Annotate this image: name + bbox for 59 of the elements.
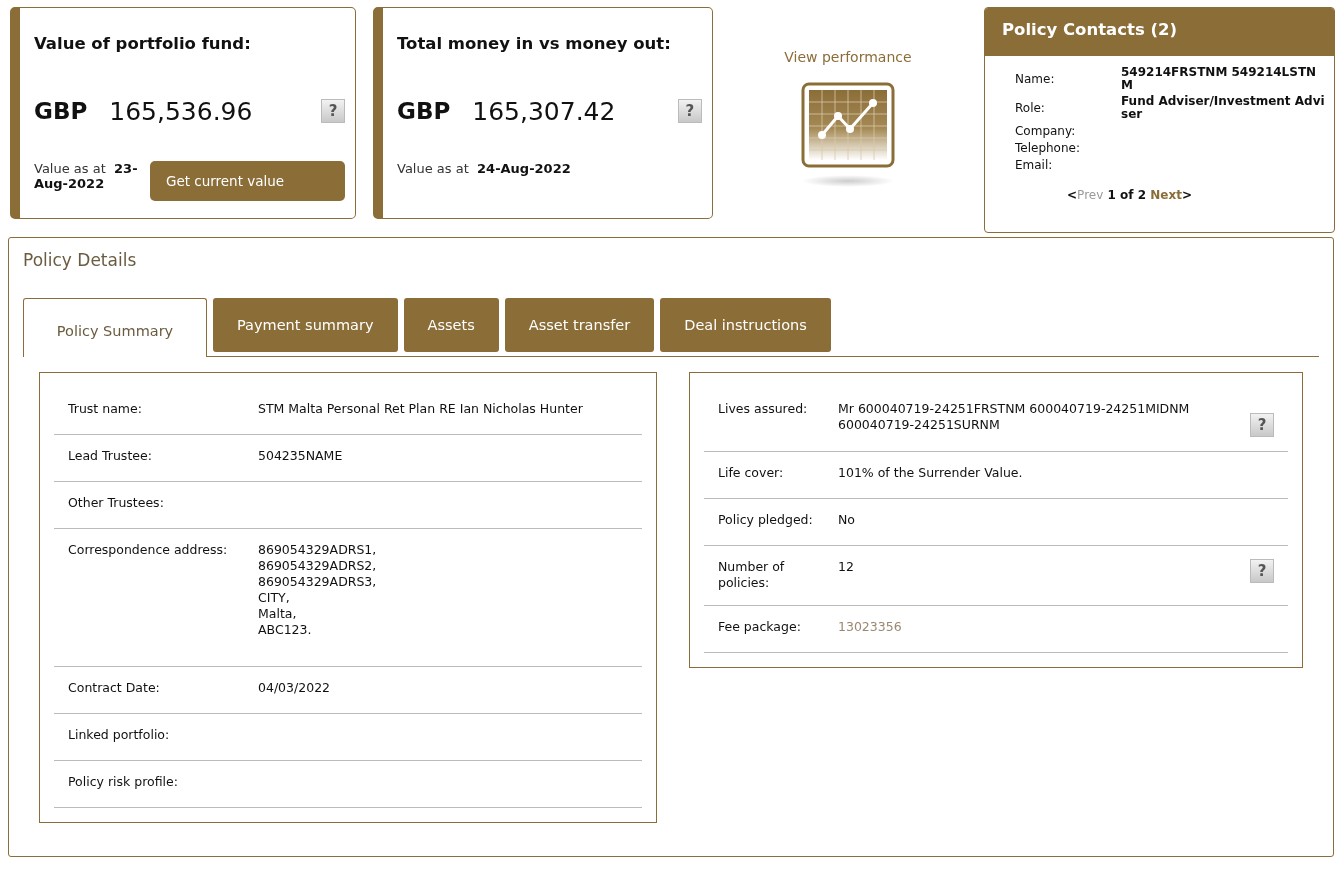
field-label: Role: [1015, 101, 1046, 115]
row-label: Contract Date: [68, 680, 161, 697]
prev-arrow: < [1067, 188, 1078, 202]
page-position: 1 of 2 [1107, 188, 1146, 202]
row-value: 869054329ADRS3, [258, 574, 378, 590]
value-date: Value as at 23-Aug-2022 [34, 161, 139, 191]
row-value: Mr 600040719-24251FRSTNM 600040719-24251MIDNM 600040719-24251SURNM [838, 401, 1191, 434]
row-label: Policy pledged: [718, 512, 814, 529]
row-value: 101% of the Surrender Value. [838, 465, 1024, 482]
next-arrow: > [1181, 188, 1192, 202]
fee-package-link[interactable]: 13023356 [838, 619, 902, 634]
row-value: 04/03/2022 [258, 680, 332, 696]
tab[interactable]: Payment summary [213, 298, 398, 352]
field-label: Telephone: [1015, 141, 1081, 155]
row-value: Malta, [258, 606, 298, 622]
value-date: Value as at 24-Aug-2022 [397, 161, 571, 176]
row-value: ABC123. [258, 622, 313, 638]
line-chart-icon[interactable] [799, 81, 896, 189]
row-label: Correspondence address: [68, 542, 229, 559]
get-current-value-button[interactable]: Get current value [149, 161, 345, 201]
row-label: Linked portfolio: [68, 727, 171, 744]
help-button[interactable]: ? [677, 99, 702, 123]
row-value: 869054329ADRS1, [258, 542, 378, 558]
row-label: Lives assured: [718, 401, 809, 418]
currency: GBP [397, 98, 451, 124]
row-label: Fee package: [718, 619, 802, 636]
tab[interactable]: Deal instructions [660, 298, 831, 352]
field-value: 549214FRSTNM 549214LSTNM [1121, 66, 1318, 92]
help-button[interactable]: ? [321, 99, 345, 123]
field-label: Name: [1015, 72, 1056, 86]
next-link[interactable]: Next [1150, 188, 1182, 202]
card-title: Value of portfolio fund: [34, 34, 252, 53]
row-label: Trust name: [68, 401, 143, 418]
row-value: No [838, 512, 856, 529]
row-label: Other Trustees: [68, 495, 165, 512]
panel-header: Policy Contacts (2) [985, 8, 1334, 56]
help-button[interactable]: ? [1250, 413, 1274, 437]
row-value: CITY, [258, 590, 291, 606]
tab[interactable]: Policy Summary [23, 298, 207, 357]
currency: GBP [34, 98, 88, 124]
row-label: Life cover: [718, 465, 785, 482]
field-label: Email: [1015, 158, 1054, 172]
amount: 165,307.42 [472, 96, 617, 126]
row-label: Lead Trustee: [68, 448, 153, 465]
row-label: Number of policies: [718, 559, 786, 591]
panel-title: Policy Details [23, 250, 137, 270]
row-value: 12 [838, 559, 855, 576]
row-value: 869054329ADRS2, [258, 558, 378, 574]
field-value: Fund Adviser/Investment Adviser [1121, 95, 1326, 121]
help-button[interactable]: ? [1250, 559, 1274, 583]
field-label: Company: [1015, 124, 1077, 138]
card-title: Total money in vs money out: [397, 34, 672, 53]
row-value: 504235NAME [258, 448, 344, 464]
view-performance-link[interactable]: View performance [784, 49, 912, 65]
tab[interactable]: Asset transfer [504, 298, 655, 352]
row-label: Policy risk profile: [68, 774, 179, 791]
row-value: STM Malta Personal Ret Plan RE Ian Nicholas Hunter [258, 401, 584, 417]
tab[interactable]: Assets [403, 298, 499, 352]
amount: 165,536.96 [109, 96, 254, 126]
